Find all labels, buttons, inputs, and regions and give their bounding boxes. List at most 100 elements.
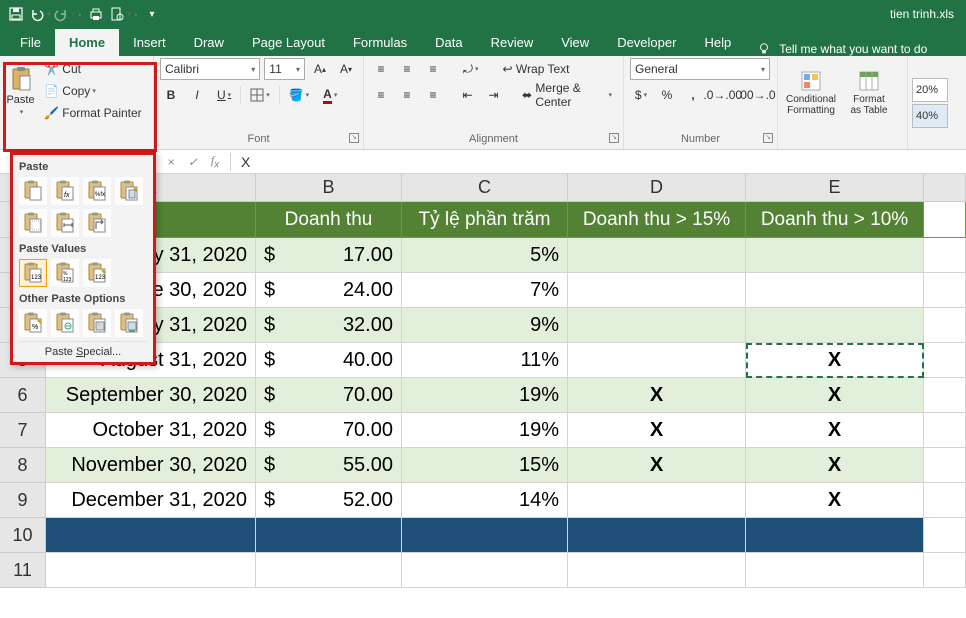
underline-button[interactable]: U [212, 84, 236, 106]
cell[interactable] [924, 273, 966, 308]
cell-style-40[interactable]: 40% [912, 104, 948, 128]
cell[interactable] [924, 308, 966, 343]
paste-option-linked-picture[interactable] [115, 309, 143, 337]
paste-option-no-borders[interactable] [19, 209, 47, 237]
cell[interactable]: 15% [402, 448, 568, 483]
tab-file[interactable]: File [6, 29, 55, 56]
cell[interactable]: X [746, 343, 924, 378]
cell[interactable] [924, 413, 966, 448]
cell[interactable] [924, 483, 966, 518]
cell[interactable] [924, 343, 966, 378]
paste-option-picture[interactable] [83, 309, 111, 337]
cell[interactable] [568, 308, 746, 343]
cell[interactable]: X [568, 448, 746, 483]
cell[interactable]: X [746, 448, 924, 483]
customize-qat-button[interactable]: ▾ [140, 2, 164, 26]
dialog-launcher-icon[interactable]: ↘ [349, 133, 359, 143]
col-header-C[interactable]: C [402, 174, 568, 202]
tab-home[interactable]: Home [55, 29, 119, 56]
row-header[interactable]: 7 [0, 413, 46, 448]
shrink-font-button[interactable]: A▾ [335, 58, 357, 80]
print-preview-button[interactable] [108, 2, 132, 26]
paste-button[interactable]: Paste [6, 58, 35, 124]
cell[interactable]: 19% [402, 378, 568, 413]
tab-draw[interactable]: Draw [180, 29, 238, 56]
row-header[interactable]: 8 [0, 448, 46, 483]
paste-option-values[interactable]: 123 [19, 259, 47, 287]
paste-option-formatting[interactable]: % [19, 309, 47, 337]
quick-print-button[interactable] [84, 2, 108, 26]
cell[interactable] [746, 238, 924, 273]
cell[interactable] [568, 343, 746, 378]
borders-button[interactable] [245, 84, 275, 106]
format-painter-button[interactable]: 🖌️ Format Painter [39, 102, 147, 124]
paste-special-item[interactable]: Paste Special... [19, 341, 147, 360]
paste-option-values-source-fmt[interactable]: 123 [83, 259, 111, 287]
cell[interactable]: December 31, 2020 [46, 483, 256, 518]
cell[interactable]: $70.00 [256, 378, 402, 413]
tab-data[interactable]: Data [421, 29, 476, 56]
header-cell[interactable]: Doanh thu > 15% [568, 202, 746, 238]
cell[interactable] [924, 238, 966, 273]
cell[interactable] [746, 273, 924, 308]
header-cell[interactable]: Doanh thu [256, 202, 402, 238]
cell[interactable] [924, 553, 966, 588]
percent-button[interactable]: % [656, 84, 678, 106]
cell[interactable] [746, 553, 924, 588]
wrap-text-button[interactable]: ↩ Wrap Text [498, 58, 610, 80]
cell[interactable] [568, 518, 746, 553]
enter-formula-button[interactable]: ✓ [182, 155, 204, 169]
row-header[interactable]: 11 [0, 553, 46, 588]
dialog-launcher-icon[interactable]: ↘ [609, 133, 619, 143]
italic-button[interactable]: I [186, 84, 208, 106]
cell[interactable]: November 30, 2020 [46, 448, 256, 483]
paste-option-values-number-fmt[interactable]: %123 [51, 259, 79, 287]
save-button[interactable] [4, 2, 28, 26]
paste-option-transpose[interactable] [83, 209, 111, 237]
tab-developer[interactable]: Developer [603, 29, 690, 56]
comma-button[interactable]: , [682, 84, 704, 106]
indent-inc-button[interactable]: ⇥ [483, 84, 505, 106]
cell[interactable]: $40.00 [256, 343, 402, 378]
grow-font-button[interactable]: A▴ [309, 58, 331, 80]
tell-me[interactable]: Tell me what you want to do [745, 42, 939, 56]
cell[interactable] [402, 518, 568, 553]
paste-option-paste[interactable] [19, 177, 47, 205]
cell[interactable] [568, 553, 746, 588]
cell[interactable]: X [746, 413, 924, 448]
cell[interactable]: $70.00 [256, 413, 402, 448]
cell[interactable]: October 31, 2020 [46, 413, 256, 448]
conditional-formatting-button[interactable]: Conditional Formatting [780, 60, 842, 126]
undo-button[interactable] [28, 2, 52, 26]
insert-function-button[interactable]: fx [204, 153, 226, 170]
cell-style-20[interactable]: 20% [912, 78, 948, 102]
number-format-combo[interactable]: General▾ [630, 58, 770, 80]
indent-dec-button[interactable]: ⇤ [457, 84, 479, 106]
paste-option-link[interactable] [51, 309, 79, 337]
col-header-D[interactable]: D [568, 174, 746, 202]
cell[interactable]: $52.00 [256, 483, 402, 518]
merge-center-button[interactable]: ⬌ Merge & Center [517, 84, 617, 106]
row-header[interactable]: 6 [0, 378, 46, 413]
cell[interactable]: September 30, 2020 [46, 378, 256, 413]
fill-color-button[interactable]: 🪣 [284, 84, 314, 106]
cell[interactable]: 7% [402, 273, 568, 308]
header-cell[interactable]: Tỷ lệ phần trăm [402, 202, 568, 238]
align-middle-button[interactable]: ≡ [396, 58, 418, 80]
paste-option-keep-source-fmt[interactable] [115, 177, 143, 205]
cell[interactable]: $32.00 [256, 308, 402, 343]
cell[interactable] [568, 273, 746, 308]
cell[interactable] [46, 518, 256, 553]
cell[interactable] [256, 518, 402, 553]
cell[interactable] [568, 483, 746, 518]
align-bottom-button[interactable]: ≡ [422, 58, 444, 80]
tab-insert[interactable]: Insert [119, 29, 180, 56]
row-header[interactable]: 10 [0, 518, 46, 553]
cell[interactable]: 14% [402, 483, 568, 518]
font-color-button[interactable]: A [318, 84, 342, 106]
cell[interactable]: $55.00 [256, 448, 402, 483]
tab-view[interactable]: View [547, 29, 603, 56]
col-header-B[interactable]: B [256, 174, 402, 202]
cell[interactable]: 19% [402, 413, 568, 448]
accounting-format-button[interactable]: $ [630, 84, 652, 106]
